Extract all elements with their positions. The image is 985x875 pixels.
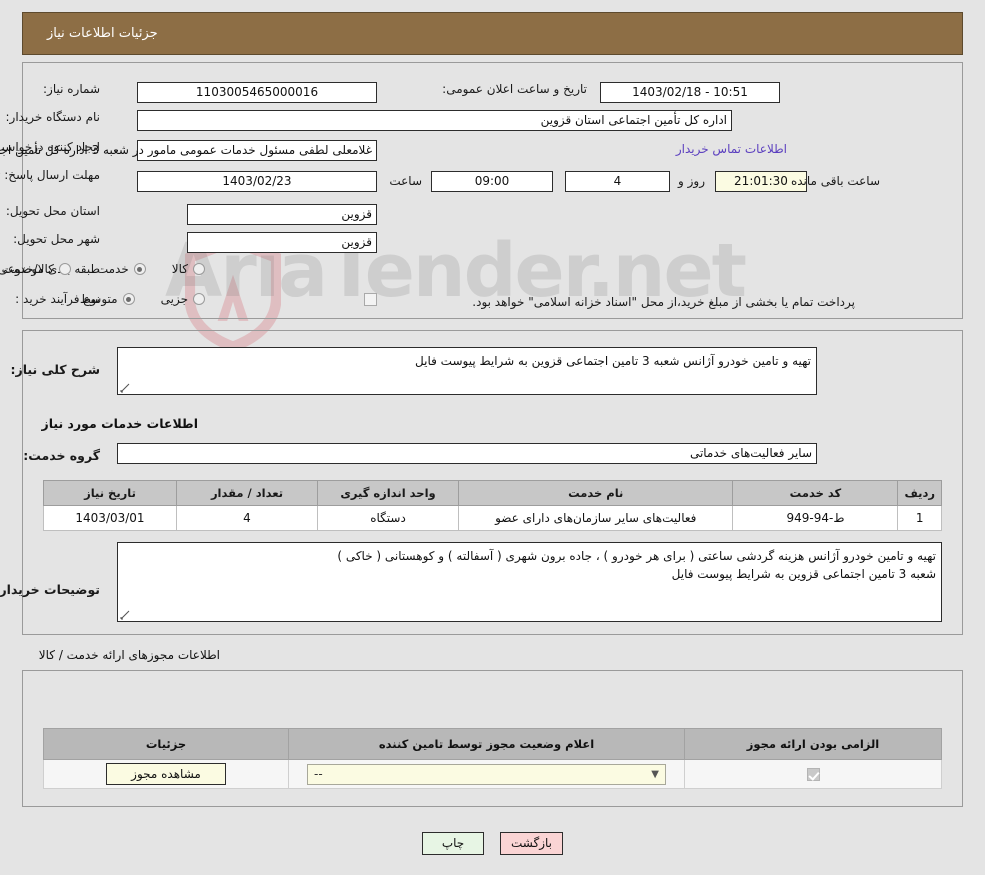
delivery-city-input[interactable]: قزوین: [187, 232, 377, 253]
delivery-province-label: استان محل تحویل:: [5, 204, 100, 218]
need-number-label: شماره نیاز:: [43, 82, 100, 96]
buyer-contact-link[interactable]: اطلاعات تماس خریدار: [676, 142, 787, 156]
radio-motavaset-label: متوسط: [79, 292, 118, 306]
services-table-header-row: ردیف کد خدمت نام خدمت واحد اندازه گیری ت…: [43, 480, 942, 506]
page-root: AriaTender.net جزئیات اطلاعات نیاز شماره…: [0, 0, 985, 875]
remaining-days-label: روز و: [678, 174, 705, 188]
col-tedad: تعداد / مقدار: [176, 480, 318, 506]
col-vahed: واحد اندازه گیری: [317, 480, 459, 506]
licenses-section-heading: اطلاعات مجوزهای ارائه خدمت / کالا: [38, 648, 220, 662]
buyer-org-label-row: نام دستگاه خریدار:: [6, 110, 101, 124]
announce-datetime-label: تاریخ و ساعت اعلان عمومی:: [442, 82, 587, 96]
buyer-notes-line1: تهیه و تامین خودرو آژانس هزینه گردشی ساع…: [337, 549, 936, 563]
deadline-date-input[interactable]: 1403/02/23: [137, 171, 377, 192]
delivery-province-label-row: استان محل تحویل:: [6, 204, 100, 218]
radio-motavaset[interactable]: متوسط: [80, 292, 135, 306]
page-title-bar: جزئیات اطلاعات نیاز: [22, 12, 963, 55]
buyer-notes-line2: شعبه 3 تامین اجتماعی قزوین به شرایط پیوس…: [671, 567, 936, 581]
view-license-button[interactable]: مشاهده مجوز: [106, 763, 226, 785]
general-description-value: تهیه و تامین خودرو آژانس شعبه 3 تامین اج…: [415, 354, 811, 368]
cell-radif: 1: [897, 505, 942, 531]
delivery-city-label-row: شهر محل تحویل:: [13, 232, 100, 246]
cell-tarikh: 1403/03/01: [43, 505, 177, 531]
cell-tedad: 4: [176, 505, 318, 531]
license-status-value: --: [314, 767, 323, 781]
radio-motavaset-dot[interactable]: [122, 293, 135, 305]
licenses-table-header-row: الزامی بودن ارائه مجوز اعلام وضعیت مجوز …: [43, 728, 942, 760]
need-number-label-row: شماره نیاز:: [43, 82, 100, 96]
license-status-select[interactable]: ▼ --: [307, 763, 666, 785]
radio-kala-label: کالا: [171, 262, 188, 276]
cell-kod-khedmat: ط-94-949: [732, 505, 899, 531]
deadline-label-row: مهلت ارسال پاسخ: تا تاریخ:: [0, 168, 100, 183]
print-button[interactable]: چاپ: [422, 832, 484, 855]
need-number-input[interactable]: 1103005465000016: [137, 82, 377, 103]
announce-datetime-label-row: تاریخ و ساعت اعلان عمومی:: [442, 82, 587, 96]
request-creator-value: غلامعلی لطفی مسئول خدمات عمومی مامور در …: [0, 143, 372, 157]
cell-mojavez-required: [684, 759, 942, 789]
back-button[interactable]: بازگشت: [500, 832, 563, 855]
remaining-days-input[interactable]: 4: [565, 171, 670, 192]
purchase-process-options: جزیی متوسط: [80, 292, 205, 306]
radio-khedmat-dot[interactable]: [133, 263, 146, 275]
cell-mojavez-details: مشاهده مجوز: [43, 759, 289, 789]
buyer-org-input[interactable]: اداره کل تأمین اجتماعی استان قزوین: [137, 110, 732, 131]
licenses-table: الزامی بودن ارائه مجوز اعلام وضعیت مجوز …: [43, 728, 942, 789]
col-mojavez-status: اعلام وضعیت مجوز توسط تامین کننده: [288, 728, 685, 760]
footer-buttons: بازگشت چاپ: [0, 832, 985, 855]
col-nam-khedmat: نام خدمت: [457, 480, 734, 506]
radio-jozii-label: جزیی: [160, 292, 188, 306]
general-description-label: شرح کلی نیاز:: [10, 362, 100, 377]
radio-kala[interactable]: کالا: [172, 262, 205, 276]
col-mojavez-details: جزئیات: [43, 728, 289, 760]
radio-kala-dot[interactable]: [193, 263, 205, 275]
radio-kala-khedmat[interactable]: کالا/خدمت: [2, 262, 71, 276]
radio-khedmat[interactable]: خدمت: [97, 262, 146, 276]
general-description-textarea[interactable]: تهیه و تامین خودرو آژانس شعبه 3 تامین اج…: [117, 347, 817, 395]
resize-grip-icon[interactable]: [120, 383, 130, 393]
radio-kala-khedmat-dot[interactable]: [58, 263, 71, 275]
page-title: جزئیات اطلاعات نیاز: [47, 26, 158, 41]
buyer-notes-textarea[interactable]: تهیه و تامین خودرو آژانس هزینه گردشی ساع…: [117, 542, 942, 622]
col-kod-khedmat: کد خدمت: [732, 480, 899, 506]
remaining-hours-label: ساعت باقی مانده: [790, 174, 880, 188]
cell-vahed: دستگاه: [317, 505, 459, 531]
resize-grip-icon-notes[interactable]: [120, 610, 130, 620]
radio-kala-khedmat-label: کالا/خدمت: [1, 262, 54, 276]
radio-jozii[interactable]: جزیی: [161, 292, 205, 306]
subject-category-options: کالا خدمت کالا/خدمت: [2, 262, 205, 276]
cell-nam-khedmat: فعالیت‌های سایر سازمان‌های دارای عضو: [457, 505, 734, 531]
buyer-org-label: نام دستگاه خریدار:: [5, 110, 101, 124]
request-creator-input[interactable]: غلامعلی لطفی مسئول خدمات عمومی مامور در …: [0, 140, 377, 161]
deadline-label: مهلت ارسال پاسخ: تا تاریخ:: [0, 168, 100, 182]
announce-datetime-input[interactable]: 1403/02/18 - 10:51: [600, 82, 780, 103]
buyer-notes-label: توضیحات خریدار:: [0, 582, 100, 597]
license-required-checkbox: [806, 768, 820, 781]
radio-jozii-dot[interactable]: [193, 293, 205, 305]
service-group-label: گروه خدمت:: [23, 448, 100, 463]
treasury-docs-note: پرداخت تمام یا بخشی از مبلغ خرید،از محل …: [472, 295, 855, 309]
cell-mojavez-status: ▼ --: [288, 759, 685, 789]
deadline-time-label: ساعت: [389, 174, 422, 188]
services-section-heading: اطلاعات خدمات مورد نیاز: [41, 416, 199, 431]
chevron-down-icon: ▼: [651, 768, 659, 780]
col-tarikh: تاریخ نیاز: [43, 480, 177, 506]
delivery-province-input[interactable]: قزوین: [187, 204, 377, 225]
table-row: 1 ط-94-949 فعالیت‌های سایر سازمان‌های دا…: [43, 505, 942, 531]
col-radif: ردیف: [897, 480, 942, 506]
col-mojavez-required: الزامی بودن ارائه مجوز: [684, 728, 942, 760]
delivery-city-label: شهر محل تحویل:: [13, 232, 100, 246]
radio-khedmat-label: خدمت: [96, 262, 129, 276]
deadline-time-input[interactable]: 09:00: [431, 171, 553, 192]
treasury-docs-checkbox[interactable]: [364, 293, 377, 306]
licenses-table-row: ▼ -- مشاهده مجوز: [43, 759, 942, 789]
service-group-input[interactable]: سایر فعالیت‌های خدماتی: [117, 443, 817, 464]
services-table: ردیف کد خدمت نام خدمت واحد اندازه گیری ت…: [43, 480, 942, 531]
